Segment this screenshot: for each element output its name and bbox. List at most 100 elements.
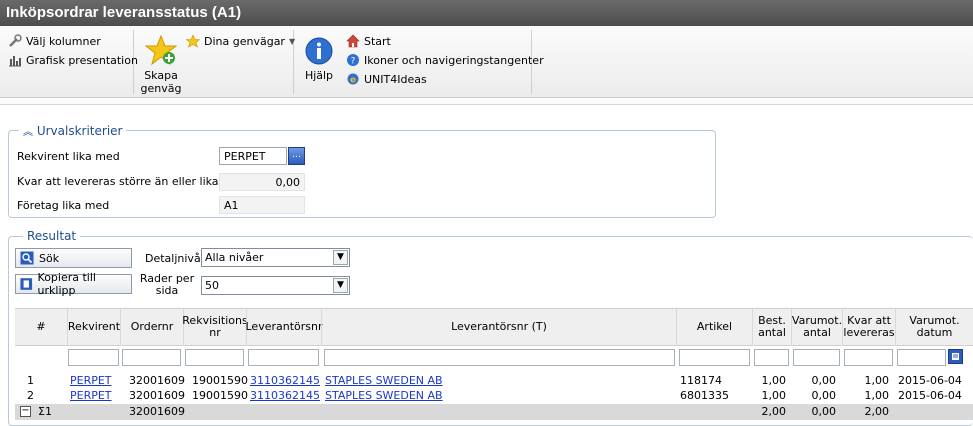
column-header-supplier-name[interactable]: Leverantörsnr (T) (321, 308, 676, 346)
supplier-name-header-text: Leverantörsnr (T) (451, 320, 547, 333)
copy-clipboard-label: Kopiera till urklipp (37, 271, 96, 297)
toolbar-divider (0, 99, 973, 105)
supplier-number-link[interactable]: 3110362145 (250, 374, 320, 387)
supplier-number-link[interactable]: 3110362145 (250, 389, 320, 402)
create-shortcut-label: Skapa genväg (140, 69, 182, 95)
sum-label: Σ1 (38, 405, 52, 418)
search-button[interactable]: Sök (15, 248, 132, 268)
graphic-presentation-label: Grafisk presentation (26, 53, 138, 67)
criteria-legend-label: Urvalskriterier (36, 124, 123, 138)
collapse-group-button[interactable]: − (20, 406, 31, 417)
filter-requisition[interactable] (185, 349, 244, 366)
svg-text:?: ? (351, 57, 356, 67)
ordered-qty: 1,00 (761, 389, 787, 402)
svg-text:e: e (350, 76, 356, 86)
detail-level-select[interactable]: Alla nivåer ▼ (201, 248, 350, 267)
column-header-supplier-no[interactable]: Leverantörsnr (246, 308, 323, 346)
results-legend: Resultat (23, 229, 81, 243)
search-icon (20, 251, 34, 265)
minus-icon: − (21, 405, 30, 416)
detail-level-value: Alla nivåer (205, 251, 264, 264)
question-icon: ? (347, 54, 359, 67)
filter-received-qty[interactable] (793, 349, 840, 366)
graphic-presentation-button[interactable]: Grafisk presentation (8, 53, 138, 67)
filter-supplier-no[interactable] (248, 349, 319, 366)
remaining-label: Kvar att levereras större än eller lika … (17, 175, 247, 188)
column-header-received-date[interactable]: Varumot. datum (895, 308, 973, 346)
help-label: Hjälp (304, 69, 334, 82)
order-number: 32001609 (129, 374, 185, 387)
rows-per-page-select[interactable]: 50 ▼ (201, 276, 350, 295)
company-input[interactable]: A1 (219, 196, 305, 214)
filter-received-date[interactable] (897, 349, 946, 366)
row-number: 1 (27, 374, 34, 387)
requester-link[interactable]: PERPET (70, 389, 112, 402)
filter-ordered-qty[interactable] (754, 349, 789, 366)
icons-navigation-label: Ikoner och navigeringstangenter (364, 53, 544, 67)
criteria-legend[interactable]: ︽ Urvalskriterier (19, 123, 127, 138)
requisition-number: 19001590 (192, 374, 248, 387)
toolbar-group-shortcuts: Skapa genväg Dina genvägar ▼ (134, 30, 295, 95)
filter-supplier-name[interactable] (324, 349, 675, 366)
your-shortcuts-label: Dina genvägar (204, 34, 285, 48)
toolbar-group-help: Hjälp Start ? Ikoner och navigeringstang… (294, 30, 544, 94)
supplier-name-link[interactable]: STAPLES SWEDEN AB (325, 389, 443, 402)
choose-columns-button[interactable]: Välj kolumner (8, 34, 101, 48)
your-shortcuts-dropdown[interactable]: Dina genvägar ▼ (186, 34, 295, 48)
star-add-icon (144, 34, 178, 66)
ordered-qty: 1,00 (761, 374, 787, 387)
column-header-article[interactable]: Artikel (676, 308, 752, 346)
article: 118174 (680, 374, 722, 387)
column-header-order[interactable]: Ordernr (120, 308, 183, 346)
start-label: Start (364, 34, 391, 48)
filter-remaining[interactable] (844, 349, 893, 366)
lookup-button[interactable]: … (288, 147, 305, 165)
filter-order[interactable] (122, 349, 181, 366)
received-qty: 0,00 (811, 389, 837, 402)
remaining-input[interactable]: 0,00 (219, 173, 305, 191)
column-header-remaining[interactable]: Kvar att levereras (842, 308, 895, 346)
icons-navigation-link[interactable]: ? Ikoner och navigeringstangenter (346, 53, 544, 67)
unit4ideas-label: UNIT4Ideas (364, 72, 427, 86)
clipboard-icon (20, 278, 33, 290)
browser-icon: e (347, 73, 359, 86)
article: 6801335 (680, 389, 729, 402)
column-header-requisition[interactable]: Rekvisitions nr (182, 308, 248, 346)
column-header-received-qty[interactable]: Varumot. antal (791, 308, 842, 346)
sum-ordered-qty: 2,00 (761, 405, 787, 418)
search-button-label: Sök (39, 251, 60, 265)
company-label: Företag lika med (17, 199, 110, 212)
choose-columns-label: Välj kolumner (26, 34, 101, 48)
sum-order-number: 32001609 (129, 405, 185, 418)
order-number: 32001609 (129, 389, 185, 402)
criteria-panel: ︽ Urvalskriterier (8, 123, 716, 218)
dropdown-arrow-icon: ▼ (333, 278, 348, 293)
received-qty: 0,00 (811, 374, 837, 387)
requester-input[interactable]: PERPET (219, 147, 287, 165)
supplier-name-link[interactable]: STAPLES SWEDEN AB (325, 374, 443, 387)
remaining-qty: 1,00 (864, 389, 890, 402)
copy-clipboard-button[interactable]: Kopiera till urklipp (15, 271, 132, 297)
help-button[interactable]: Hjälp (298, 36, 340, 82)
dropdown-arrow-icon: ▼ (333, 250, 348, 265)
column-header-ordered-qty[interactable]: Best. antal (752, 308, 791, 346)
create-shortcut-button[interactable]: Skapa genväg (140, 34, 182, 95)
sum-remaining-qty: 2,00 (864, 405, 890, 418)
requisition-number: 19001590 (192, 389, 248, 402)
toolbar: Välj kolumner Grafisk presentation Skapa… (0, 26, 973, 98)
info-icon (305, 37, 333, 65)
column-header-number[interactable]: # (15, 308, 67, 346)
unit4ideas-link[interactable]: e UNIT4Ideas (346, 72, 427, 86)
requester-link[interactable]: PERPET (70, 374, 112, 387)
filter-article[interactable] (679, 349, 750, 366)
start-link[interactable]: Start (346, 34, 391, 48)
row-number: 2 (27, 389, 34, 402)
column-header-requester[interactable]: Rekvirent (67, 308, 120, 346)
rows-per-page-value: 50 (205, 279, 219, 292)
collapse-icon: ︽ (23, 127, 33, 138)
remaining-qty: 1,00 (864, 374, 890, 387)
bar-chart-icon (9, 56, 21, 67)
filter-requester[interactable] (68, 349, 119, 366)
filter-apply-button[interactable] (948, 349, 963, 364)
rows-per-page-label: Rader per sida (139, 272, 195, 297)
